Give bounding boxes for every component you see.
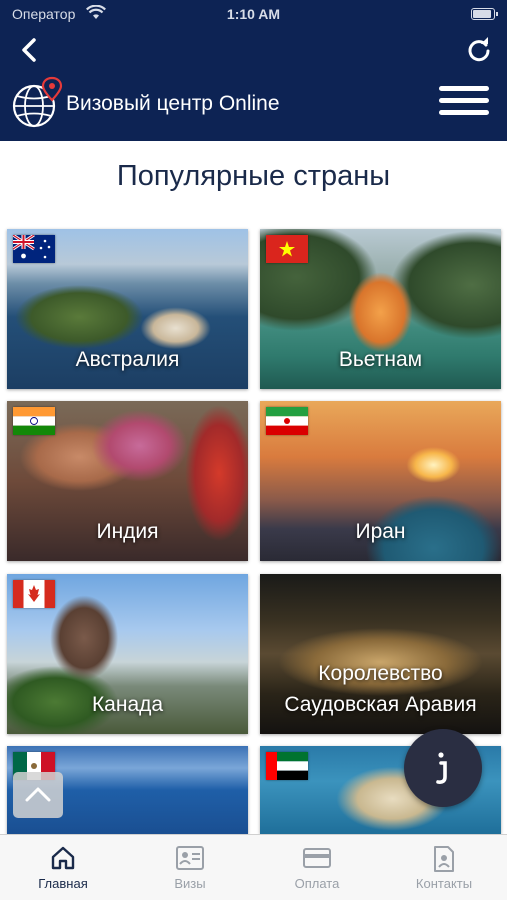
canada-flag-icon bbox=[13, 580, 55, 608]
country-name: Иран bbox=[355, 520, 406, 543]
tab-payment-label: Оплата bbox=[294, 876, 340, 891]
home-icon bbox=[51, 846, 75, 870]
iran-flag-icon bbox=[266, 407, 308, 435]
hamburger-menu-icon[interactable] bbox=[439, 84, 489, 118]
refresh-icon[interactable] bbox=[465, 36, 493, 64]
vietnam-flag-icon bbox=[266, 235, 308, 263]
tab-contacts-label: Контакты bbox=[415, 876, 473, 891]
tab-home[interactable]: Главная bbox=[0, 835, 126, 900]
chat-button[interactable] bbox=[404, 729, 482, 807]
india-flag-icon bbox=[13, 407, 55, 435]
tab-visas[interactable]: Визы bbox=[127, 835, 253, 900]
status-bar: Оператор 1:10 AM bbox=[0, 0, 507, 28]
tab-contacts[interactable]: Контакты bbox=[381, 835, 507, 900]
chevron-up-icon bbox=[25, 787, 51, 802]
page-title: Популярные страны bbox=[116, 160, 391, 192]
battery-icon bbox=[471, 8, 498, 20]
country-name: Королевство Саудовская Аравия bbox=[260, 658, 501, 720]
tab-visas-label: Визы bbox=[174, 876, 206, 891]
country-name-line1: Королевство bbox=[318, 662, 443, 685]
country-card-iran[interactable]: Иран bbox=[260, 401, 501, 561]
country-card-australia[interactable]: Австралия bbox=[7, 229, 248, 389]
australia-flag-icon bbox=[13, 235, 55, 263]
country-card-canada[interactable]: Канада bbox=[7, 574, 248, 734]
chat-icon bbox=[436, 752, 447, 784]
back-arrow-icon[interactable] bbox=[14, 34, 46, 66]
country-name: Вьетнам bbox=[338, 348, 423, 371]
credit-card-icon bbox=[303, 848, 331, 868]
contact-document-icon bbox=[434, 846, 454, 872]
country-name: Канада bbox=[91, 693, 164, 716]
bottom-tab-bar: Главная Визы Оплата Контакты bbox=[0, 834, 507, 900]
country-name-line2: Саудовская Аравия bbox=[284, 693, 477, 716]
uae-flag-icon bbox=[266, 752, 308, 780]
country-card-india[interactable]: Индия bbox=[7, 401, 248, 561]
app-header: Визовый центр Online bbox=[0, 28, 507, 141]
id-card-icon bbox=[176, 846, 204, 870]
globe-pin-logo-icon bbox=[12, 76, 63, 128]
tab-payment[interactable]: Оплата bbox=[254, 835, 380, 900]
tab-home-label: Главная bbox=[38, 876, 88, 891]
status-time: 1:10 AM bbox=[226, 6, 281, 22]
country-card-saudi-arabia[interactable]: Королевство Саудовская Аравия bbox=[260, 574, 501, 734]
app-title: Визовый центр Online bbox=[66, 92, 280, 115]
scroll-to-top-button[interactable] bbox=[13, 772, 63, 818]
country-name: Индия bbox=[96, 520, 159, 543]
country-name: Австралия bbox=[75, 348, 180, 371]
country-card-vietnam[interactable]: Вьетнам bbox=[260, 229, 501, 389]
